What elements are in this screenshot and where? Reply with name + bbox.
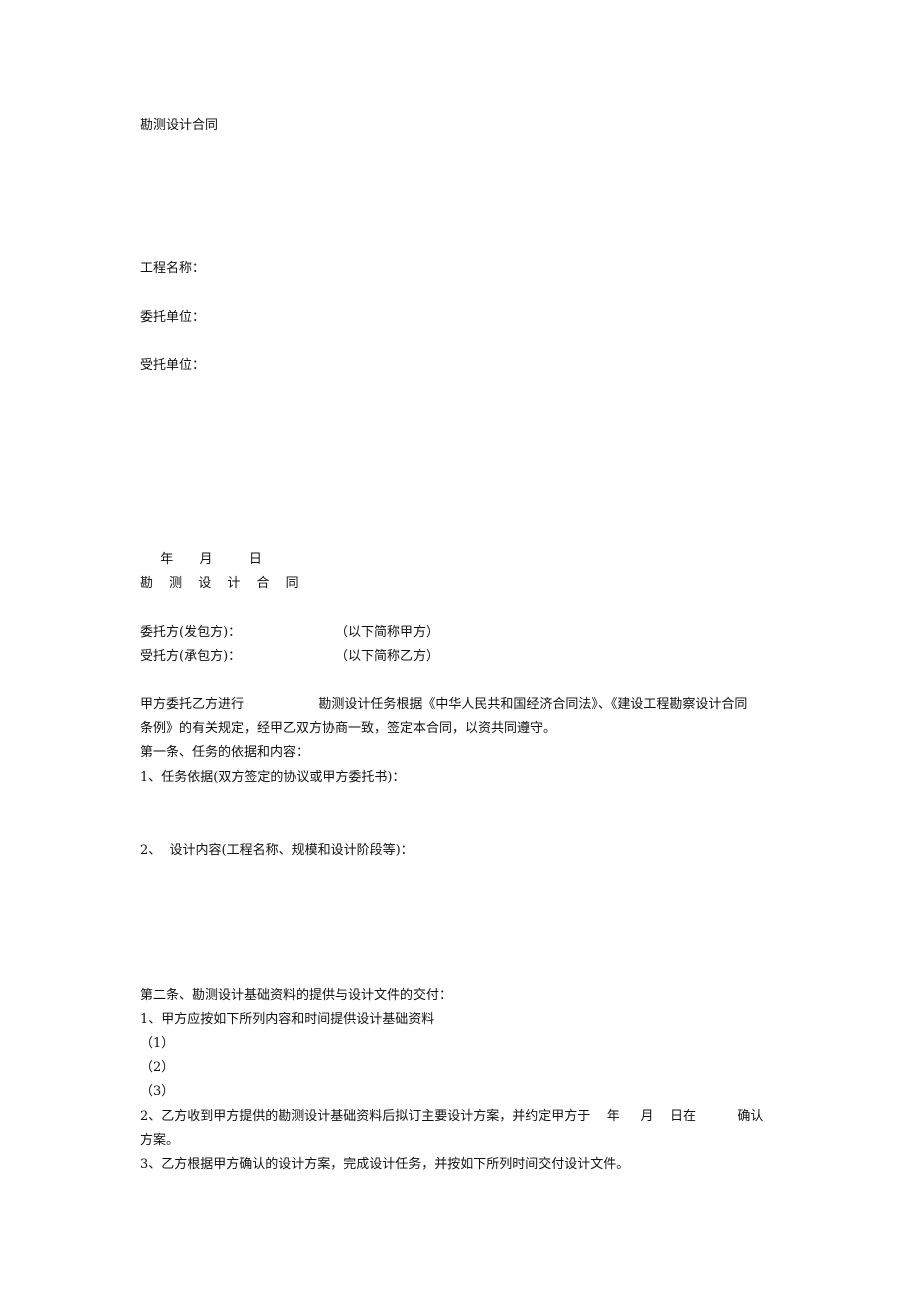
- article-2-item-1: 1、甲方应按如下所列内容和时间提供设计基础资料: [140, 1012, 435, 1027]
- contractor-label: 受托单位：: [140, 358, 206, 373]
- article-1-item-1: 1、任务依据(双方签定的协议或甲方委托书)：: [140, 770, 406, 785]
- preamble-line-2: 条例》的有关规定，经甲乙双方协商一致，签定本合同，以资共同遵守。: [140, 721, 557, 736]
- client-label: 委托单位：: [140, 310, 206, 325]
- article-2-title: 第二条、勘测设计基础资料的提供与设计文件的交付：: [140, 988, 453, 1003]
- party-a-label: 委托方(发包方)：: [140, 625, 242, 640]
- party-a-note: （以下简称甲方）: [335, 625, 440, 640]
- article-1-title: 第一条、任务的依据和内容：: [140, 745, 310, 760]
- cover-title: 勘测设计合同: [140, 118, 219, 133]
- preamble-line-1: 甲方委托乙方进行 勘测设计任务根据《中华人民共和国经济合同法》、《建设工程勘察设…: [140, 697, 748, 712]
- article-2-sub-3: （3）: [140, 1084, 175, 1099]
- article-1-item-2: 2、 设计内容(工程名称、规模和设计阶段等)：: [140, 843, 414, 858]
- project-name-label: 工程名称：: [140, 261, 206, 276]
- contract-heading: 勘 测 设 计 合 同: [140, 576, 305, 591]
- party-b-note: （以下简称乙方）: [335, 649, 440, 664]
- article-2-item-3: 3、乙方根据甲方确认的设计方案，完成设计任务，并按如下所列时间交付设计文件。: [140, 1157, 630, 1172]
- date-line: 年 月 日: [140, 552, 268, 567]
- article-2-sub-1: （1）: [140, 1036, 175, 1051]
- article-2-sub-2: （2）: [140, 1060, 175, 1075]
- article-2-item-2-line-2: 方案。: [140, 1133, 180, 1148]
- party-b-label: 受托方(承包方)：: [140, 649, 242, 664]
- article-2-item-2-line-1: 2、乙方收到甲方提供的勘测设计基础资料后拟订主要设计方案，并约定甲方于 年 月 …: [140, 1109, 764, 1124]
